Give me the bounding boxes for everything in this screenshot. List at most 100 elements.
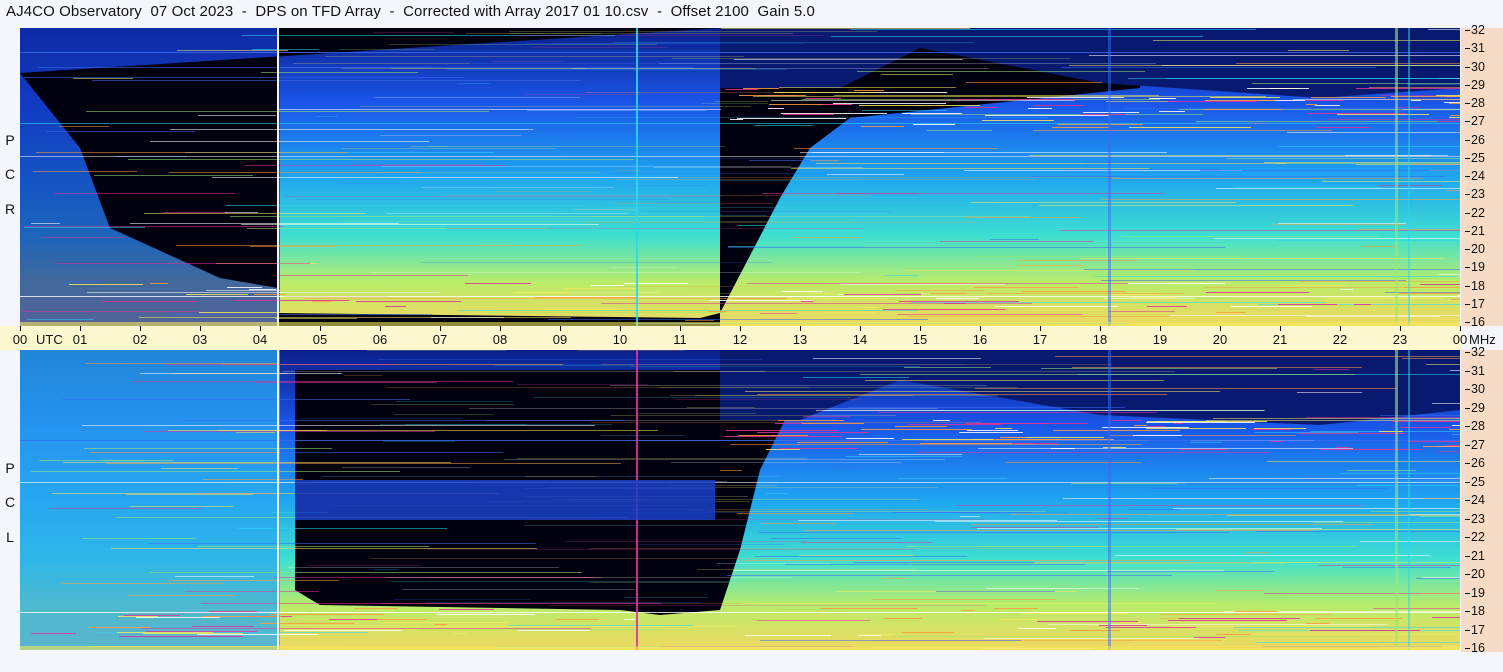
- frequency-tick-label: 27: [1465, 114, 1485, 129]
- top-pol-char-r: R: [4, 201, 16, 217]
- time-tick-mark: [1160, 326, 1161, 331]
- bottom-pol-char-l: L: [6, 529, 14, 545]
- frequency-tick-label: 21: [1465, 548, 1485, 563]
- time-tick-mark: [1040, 326, 1041, 331]
- time-tick-label: 17: [1032, 332, 1048, 347]
- chart-title: AJ4CO Observatory 07 Oct 2023 - DPS on T…: [6, 3, 815, 20]
- time-tick-label: 14: [852, 332, 868, 347]
- frequency-tick-label: 22: [1465, 205, 1485, 220]
- time-tick-label: 20: [1212, 332, 1228, 347]
- frequency-tick-label: 29: [1465, 77, 1485, 92]
- frequency-tick-label: 23: [1465, 511, 1485, 526]
- frequency-axis-bottom: 16 17 18 19 20 21 22 23 24 25 26 27 28 29 30 31 32: [1461, 345, 1503, 655]
- frequency-tick-label: 31: [1465, 363, 1485, 378]
- frequency-tick-label: 31: [1465, 41, 1485, 56]
- frequency-tick-label: 27: [1465, 437, 1485, 452]
- time-tick-label: 10: [612, 332, 628, 347]
- time-tick-mark: [920, 326, 921, 331]
- time-tick-mark: [140, 326, 141, 331]
- time-tick-label: 19: [1152, 332, 1168, 347]
- frequency-tick-label: 19: [1465, 260, 1485, 275]
- time-tick-label: 16: [972, 332, 988, 347]
- time-tick-mark: [1460, 326, 1461, 331]
- frequency-tick-label: 29: [1465, 400, 1485, 415]
- bottom-pol-char-p: P: [5, 460, 15, 476]
- frequency-tick-label: 18: [1465, 278, 1485, 293]
- top-pol-char-c: C: [4, 166, 16, 182]
- frequency-tick-label: 26: [1465, 132, 1485, 147]
- frequency-tick-label: 24: [1465, 169, 1485, 183]
- time-axis-unit: UTC: [36, 332, 63, 347]
- bottom-pol-char-c: C: [4, 494, 16, 510]
- time-tick-mark: [620, 326, 621, 331]
- time-tick-label: 06: [372, 332, 388, 347]
- time-tick-label: 00: [12, 332, 28, 347]
- time-tick-label: 07: [432, 332, 448, 347]
- top-polarization-label: P C R: [0, 28, 20, 326]
- time-tick-mark: [1400, 326, 1401, 331]
- time-tick-mark: [680, 326, 681, 331]
- time-tick-label: 12: [732, 332, 748, 347]
- time-tick-label: 02: [132, 332, 148, 347]
- time-tick-mark: [440, 326, 441, 331]
- time-tick-label: 22: [1332, 332, 1348, 347]
- time-tick-label: 01: [72, 332, 88, 347]
- time-tick-mark: [320, 326, 321, 331]
- frequency-tick-label: 20: [1465, 242, 1485, 256]
- frequency-tick-label: 32: [1465, 345, 1485, 359]
- frequency-tick-label: 23: [1465, 187, 1485, 202]
- frequency-tick-label: 25: [1465, 150, 1485, 165]
- time-tick-label: 04: [252, 332, 268, 347]
- spectrogram-bottom: [20, 350, 1460, 650]
- frequency-tick-label: 18: [1465, 604, 1485, 618]
- time-tick-mark: [380, 326, 381, 331]
- frequency-tick-label: 17: [1465, 622, 1485, 637]
- frequency-tick-label: 28: [1465, 96, 1485, 110]
- time-tick-mark: [800, 326, 801, 331]
- time-tick-label: 21: [1272, 332, 1288, 347]
- top-pol-char-p: P: [5, 132, 15, 148]
- time-tick-label: 03: [192, 332, 208, 347]
- time-axis: UTC MHz 00 01 02 03 04 05 06 07 08 09 10 11 12 13 14 15…: [0, 326, 1496, 350]
- time-tick-label: 11: [673, 332, 687, 347]
- time-tick-mark: [80, 326, 81, 331]
- frequency-tick-label: 21: [1465, 223, 1485, 238]
- time-tick-label: 13: [792, 332, 808, 347]
- frequency-tick-label: 24: [1465, 493, 1485, 507]
- time-tick-mark: [1280, 326, 1281, 331]
- frequency-tick-label: 17: [1465, 296, 1485, 311]
- time-tick-mark: [740, 326, 741, 331]
- time-tick-mark: [200, 326, 201, 331]
- time-tick-label: 23: [1392, 332, 1408, 347]
- time-tick-label: 05: [312, 332, 328, 347]
- frequency-tick-label: 32: [1465, 23, 1485, 37]
- time-tick-label: 18: [1092, 332, 1108, 347]
- time-tick-mark: [980, 326, 981, 331]
- time-tick-mark: [20, 326, 21, 331]
- frequency-tick-label: 20: [1465, 567, 1485, 581]
- spectrogram-top: [20, 28, 1460, 326]
- frequency-tick-label: 26: [1465, 456, 1485, 470]
- frequency-tick-label: 19: [1465, 585, 1485, 600]
- time-tick-mark: [560, 326, 561, 331]
- time-tick-label: 09: [552, 332, 568, 347]
- time-tick-label: 08: [492, 332, 508, 347]
- time-tick-mark: [1340, 326, 1341, 331]
- frequency-tick-label: 16: [1465, 641, 1485, 655]
- frequency-tick-label: 30: [1465, 382, 1485, 396]
- time-tick-mark: [260, 326, 261, 331]
- frequency-tick-label: 28: [1465, 419, 1485, 433]
- frequency-tick-label: 16: [1465, 315, 1485, 329]
- frequency-tick-label: 30: [1465, 59, 1485, 74]
- frequency-unit: MHz: [1469, 332, 1496, 347]
- frequency-tick-label: 22: [1465, 530, 1485, 544]
- time-tick-mark: [500, 326, 501, 331]
- frequency-axis-top: 16 17 18 19 20 21 22 23 24 25 26 27 28 29 30 31 32: [1461, 23, 1503, 329]
- bottom-polarization-label: P C L: [0, 350, 20, 650]
- frequency-tick-label: 25: [1465, 474, 1485, 489]
- time-tick-mark: [860, 326, 861, 331]
- time-tick-mark: [1220, 326, 1221, 331]
- time-tick-mark: [1100, 326, 1101, 331]
- time-tick-label: 15: [912, 332, 928, 347]
- time-tick-label: 00: [1452, 332, 1468, 347]
